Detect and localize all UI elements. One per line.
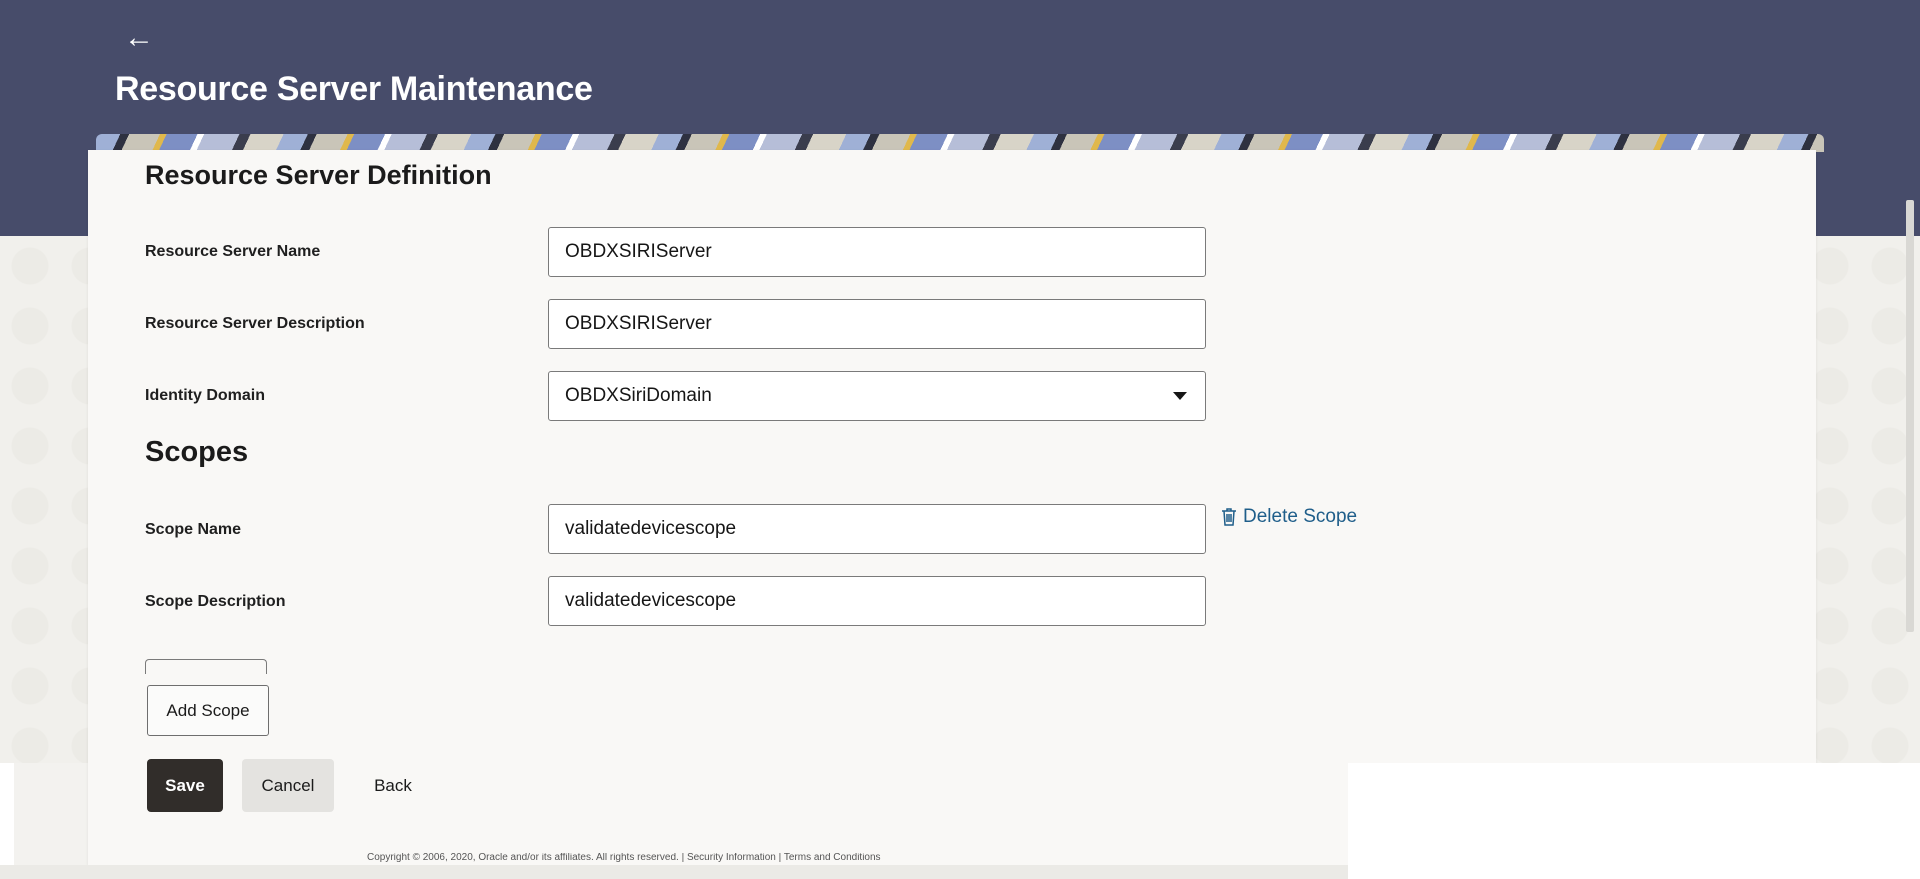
clipped-element: [145, 659, 267, 674]
page-scrollbar[interactable]: [1906, 200, 1914, 632]
delete-scope-label: Delete Scope: [1243, 506, 1358, 527]
page-title: Resource Server Maintenance: [115, 70, 593, 108]
resource-server-description-label: Resource Server Description: [145, 315, 365, 332]
bottom-left-panel: [0, 763, 14, 879]
resource-server-description-input[interactable]: OBDXSIRIServer: [548, 299, 1206, 349]
bottom-right-panel: [1348, 763, 1920, 879]
resource-server-name-label: Resource Server Name: [145, 243, 321, 260]
resource-server-name-input[interactable]: OBDXSIRIServer: [548, 227, 1206, 277]
back-arrow-icon[interactable]: ←: [124, 23, 154, 53]
chevron-down-icon: [1173, 392, 1187, 400]
scope-description-input[interactable]: validatedevicescope: [548, 576, 1206, 626]
add-scope-button[interactable]: Add Scope: [147, 685, 269, 736]
scopes-heading: Scopes: [145, 436, 249, 468]
definition-heading: Resource Server Definition: [145, 160, 492, 190]
save-button[interactable]: Save: [147, 759, 223, 812]
footer-strip: [0, 865, 1348, 879]
scope-name-input[interactable]: validatedevicescope: [548, 504, 1206, 554]
identity-domain-label: Identity Domain: [145, 387, 266, 404]
scope-name-label: Scope Name: [145, 521, 242, 538]
form-card: Resource Server Definition Resource Serv…: [88, 150, 1816, 865]
footer-copyright: Copyright © 2006, 2020, Oracle and/or it…: [367, 853, 881, 863]
cancel-button[interactable]: Cancel: [242, 759, 334, 812]
trash-icon: [1222, 508, 1236, 526]
identity-domain-value: OBDXSiriDomain: [565, 385, 712, 406]
identity-domain-select[interactable]: OBDXSiriDomain: [548, 371, 1206, 421]
delete-scope-link[interactable]: Delete Scope: [1221, 506, 1357, 528]
scope-description-label: Scope Description: [145, 593, 286, 610]
back-button[interactable]: Back: [358, 759, 428, 812]
